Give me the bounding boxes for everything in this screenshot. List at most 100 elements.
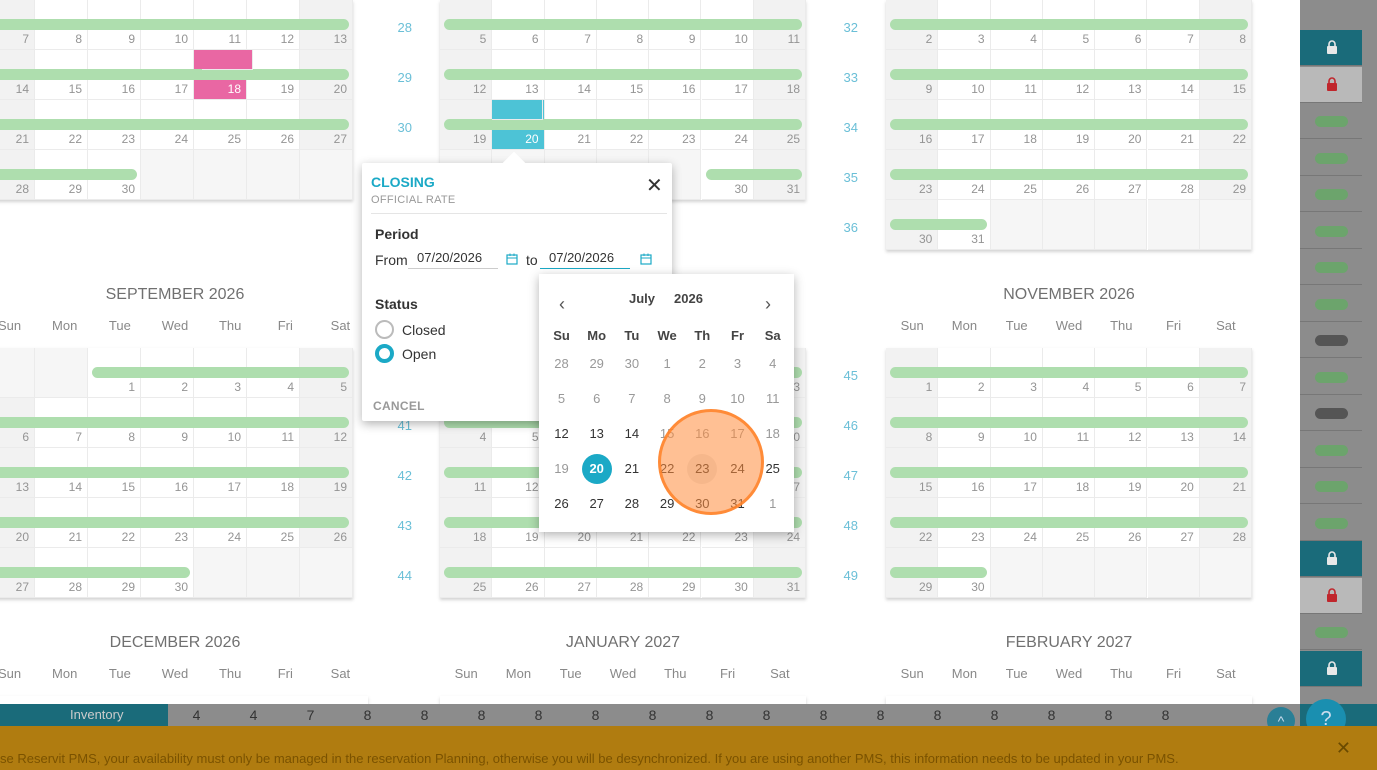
availability-pill	[1315, 298, 1348, 310]
right-panel-row[interactable]	[1300, 432, 1362, 468]
right-panel-row[interactable]	[1300, 359, 1362, 395]
day-header: Su	[553, 328, 570, 343]
right-panel-row[interactable]	[1300, 66, 1362, 103]
inventory-count[interactable]: 8	[966, 707, 1023, 723]
inventory-bar: Inventory 447888888888888888	[0, 704, 1300, 726]
date-cell[interactable]: 28	[544, 349, 579, 379]
from-label: From	[375, 252, 408, 268]
right-panel-row[interactable]	[1300, 541, 1362, 577]
day-header: We	[657, 328, 677, 343]
lock-icon[interactable]	[1326, 587, 1338, 602]
notice-text: se Reservit PMS, your availability must …	[0, 751, 1179, 766]
availability-pill	[1315, 225, 1348, 237]
inventory-count[interactable]: 8	[738, 707, 795, 723]
availability-pill	[1315, 481, 1348, 492]
status-closed-label: Closed	[402, 322, 446, 338]
lock-icon[interactable]	[1326, 40, 1338, 54]
inventory-count[interactable]: 8	[453, 707, 510, 723]
date-cell[interactable]: 1	[755, 489, 790, 519]
right-panel-row[interactable]	[1300, 30, 1362, 66]
date-cell[interactable]: 26	[544, 489, 579, 519]
right-panel-row[interactable]	[1300, 614, 1362, 650]
inventory-count[interactable]: 7	[282, 707, 339, 723]
date-cell[interactable]: 1	[650, 349, 685, 379]
date-cell[interactable]: 8	[650, 384, 685, 414]
inventory-count[interactable]: 8	[510, 707, 567, 723]
right-panel-row[interactable]	[1300, 140, 1362, 176]
status-closed-radio[interactable]	[375, 320, 394, 339]
inventory-count[interactable]: 8	[909, 707, 966, 723]
date-cell[interactable]: 6	[579, 384, 614, 414]
date-cell[interactable]: 4	[755, 349, 790, 379]
availability-pill	[1315, 371, 1348, 383]
calendar-icon[interactable]	[506, 253, 518, 265]
availability-pill	[1315, 189, 1348, 200]
inventory-count[interactable]: 8	[1023, 707, 1080, 723]
inventory-count[interactable]: 4	[168, 707, 225, 723]
date-cell[interactable]: 13	[579, 419, 614, 449]
inventory-count[interactable]: 8	[795, 707, 852, 723]
date-cell[interactable]: 21	[614, 454, 649, 484]
right-panel-row[interactable]	[1300, 213, 1362, 249]
lock-icon[interactable]	[1326, 660, 1338, 675]
date-cell[interactable]: 27	[579, 489, 614, 519]
inventory-count[interactable]: 4	[225, 707, 282, 723]
to-label: to	[526, 252, 538, 268]
day-header: Tu	[624, 328, 640, 343]
inventory-count[interactable]: 8	[567, 707, 624, 723]
date-picker: ‹ July 2026 › Su Mo Tu We Th Fr Sa 28 29 30 1 2 3 4 5…	[539, 274, 794, 532]
right-panel-row[interactable]	[1300, 286, 1362, 322]
next-month-button[interactable]: ›	[765, 294, 771, 315]
date-cell[interactable]: 19	[544, 454, 579, 484]
availability-pill	[1315, 627, 1348, 638]
year-selector[interactable]: 2026	[674, 291, 703, 306]
date-cell[interactable]: 14	[614, 419, 649, 449]
close-icon[interactable]: ✕	[646, 173, 663, 198]
right-panel-row[interactable]	[1300, 650, 1362, 687]
date-cell[interactable]: 30	[614, 349, 649, 379]
date-cell[interactable]: 12	[544, 419, 579, 449]
date-cell[interactable]: 5	[544, 384, 579, 414]
date-cell[interactable]: 10	[720, 384, 755, 414]
calendar-icon[interactable]	[640, 253, 652, 265]
lock-icon[interactable]	[1326, 76, 1338, 91]
month-selector[interactable]: July	[629, 291, 655, 306]
date-cell[interactable]: 3	[720, 349, 755, 379]
date-cell[interactable]: 7	[614, 384, 649, 414]
day-header: Sa	[764, 328, 781, 343]
right-panel	[1300, 0, 1377, 704]
inventory-count[interactable]: 8	[1080, 707, 1137, 723]
status-open-label: Open	[402, 346, 437, 362]
cancel-button[interactable]: CANCEL	[373, 399, 425, 413]
date-cell[interactable]: 29	[579, 349, 614, 379]
prev-month-button[interactable]: ‹	[559, 294, 565, 315]
inventory-count[interactable]: 8	[681, 707, 738, 723]
from-date-input[interactable]: 07/20/2026	[408, 247, 498, 269]
inventory-count[interactable]: 8	[624, 707, 681, 723]
inventory-count[interactable]: 8	[1137, 707, 1194, 723]
date-cell[interactable]: 11	[755, 384, 790, 414]
date-cell[interactable]: 2	[685, 349, 720, 379]
inventory-count[interactable]: 8	[396, 707, 453, 723]
inventory-cell[interactable]: Inventory	[0, 704, 168, 726]
status-open-radio[interactable]	[375, 344, 394, 363]
inventory-label: Inventory	[70, 707, 124, 722]
lock-icon[interactable]	[1326, 551, 1338, 565]
right-panel-row[interactable]	[1300, 176, 1362, 212]
popover-subtitle: OFFICIAL RATE	[371, 194, 456, 206]
right-panel-row[interactable]	[1300, 468, 1362, 504]
right-panel-row[interactable]	[1300, 249, 1362, 285]
availability-pill	[1315, 116, 1348, 127]
right-panel-row[interactable]	[1300, 395, 1362, 431]
date-cell[interactable]: 28	[614, 489, 649, 519]
period-label: Period	[375, 226, 419, 242]
right-panel-row[interactable]	[1300, 577, 1362, 614]
inventory-count[interactable]: 8	[339, 707, 396, 723]
right-panel-row[interactable]	[1300, 103, 1362, 139]
right-panel-row[interactable]	[1300, 505, 1362, 541]
inventory-count[interactable]: 8	[852, 707, 909, 723]
to-date-input[interactable]: 07/20/2026	[540, 247, 630, 269]
notice-close-icon[interactable]: ✕	[1336, 738, 1351, 759]
right-panel-row[interactable]	[1300, 322, 1362, 358]
date-cell[interactable]: 20	[579, 454, 614, 484]
